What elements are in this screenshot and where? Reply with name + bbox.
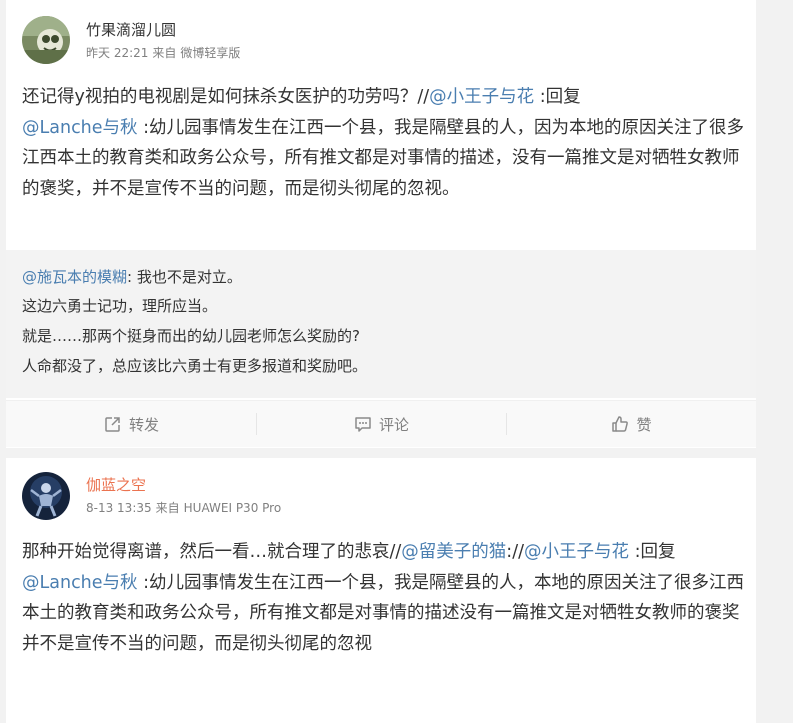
text-segment: //: [512, 542, 524, 562]
repost-label: 转发: [128, 415, 159, 434]
like-button[interactable]: 赞: [506, 401, 756, 447]
quote-line: 人命都没了，总应该比六勇士有更多报道和奖励吧。: [22, 357, 368, 375]
avatar[interactable]: [22, 16, 70, 64]
thumbs-up-icon: [612, 416, 629, 432]
comment-label: 评论: [378, 415, 409, 434]
post-meta: 昨天 22:21 来自 微博轻享版: [86, 45, 244, 61]
quote-user-link[interactable]: @施瓦本的模糊: [22, 268, 127, 286]
quoted-comment: @施瓦本的模糊: 我也不是对立。 这边六勇士记功，理所应当。 就是……那两个挺身…: [6, 250, 756, 398]
comment-icon: [355, 417, 371, 432]
post-text: 还记得y视拍的电视剧是如何抹杀女医护的功劳吗？//@小王子与花 :回复 @Lanc…: [22, 82, 744, 204]
username[interactable]: 竹果滴溜儿圆: [86, 20, 176, 40]
mention-link[interactable]: @小王子与花: [524, 542, 629, 562]
repost-button[interactable]: 转发: [6, 401, 256, 447]
username[interactable]: 伽蓝之空: [86, 475, 146, 495]
comment-button[interactable]: 评论: [256, 401, 506, 447]
post-text: 那种开始觉得离谱，然后一看…就合理了的悲哀//@留美子的猫://@小王子与花 :…: [22, 537, 744, 659]
repost-icon: [105, 417, 120, 432]
post-source[interactable]: HUAWEI P30 Pro: [184, 501, 282, 515]
post-meta: 8-13 13:35 来自 HUAWEI P30 Pro: [86, 500, 285, 516]
text-segment: :回复: [534, 87, 581, 107]
text-segment: 那种开始觉得离谱，然后一看…就合理了的悲哀//: [22, 542, 402, 562]
quote-line: 这边六勇士记功，理所应当。: [22, 297, 218, 315]
text-segment: :回复: [629, 542, 676, 562]
mention-link[interactable]: @Lanche与秋: [22, 573, 138, 593]
text-segment: 还记得y视拍的电视剧是如何抹杀女医护的功劳吗？//: [22, 87, 430, 107]
mention-link[interactable]: @Lanche与秋: [22, 118, 138, 138]
quote-line: 就是……那两个挺身而出的幼儿园老师怎么奖励的?: [22, 327, 360, 345]
post-source[interactable]: 微博轻享版: [180, 46, 240, 60]
mention-link[interactable]: @留美子的猫: [401, 542, 506, 562]
post-time[interactable]: 昨天 22:21: [86, 46, 148, 60]
source-prefix: 来自: [152, 46, 177, 60]
action-bar: 转发 评论 赞: [6, 400, 756, 447]
source-prefix: 来自: [155, 501, 180, 515]
weibo-feed: 竹果滴溜儿圆 昨天 22:21 来自 微博轻享版 还记得y视拍的电视剧是如何抹杀女医…: [0, 0, 793, 723]
post-card: 竹果滴溜儿圆 昨天 22:21 来自 微博轻享版 还记得y视拍的电视剧是如何抹杀女医…: [6, 0, 756, 448]
avatar[interactable]: [22, 472, 70, 520]
quote-line: @施瓦本的模糊: 我也不是对立。: [22, 267, 742, 287]
like-label: 赞: [636, 415, 652, 434]
post-time[interactable]: 8-13 13:35: [86, 501, 152, 515]
quote-text: : 我也不是对立。: [127, 268, 242, 286]
post-card: 伽蓝之空 8-13 13:35 来自 HUAWEI P30 Pro 那种开始觉得离谱…: [6, 458, 756, 723]
mention-link[interactable]: @小王子与花: [429, 87, 534, 107]
